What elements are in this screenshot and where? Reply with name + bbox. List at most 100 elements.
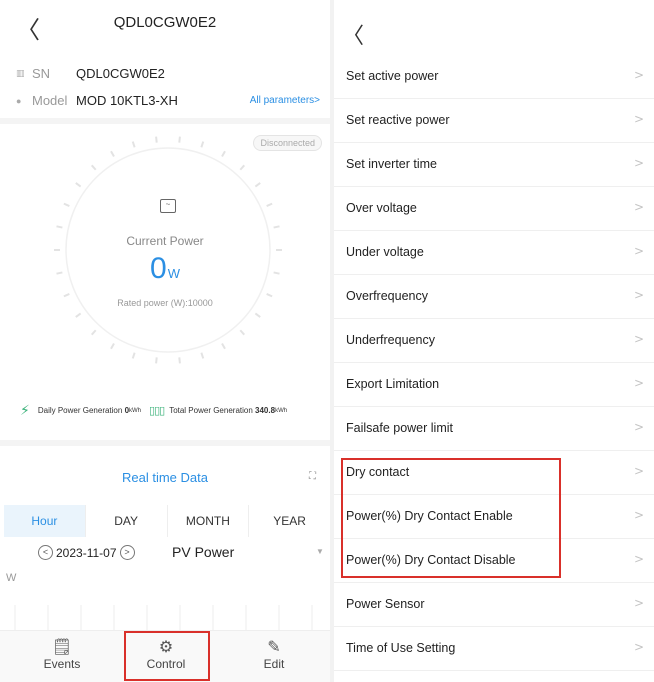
nav-events[interactable]: 🗒 Events (22, 637, 102, 671)
chart-gridlines (14, 605, 313, 631)
dry-contact-highlight-box (341, 458, 561, 578)
chevron-right-icon: > (633, 200, 644, 214)
all-parameters-link[interactable]: All parameters> (250, 95, 320, 106)
gauge-tick (131, 352, 136, 359)
model-label: Model (32, 93, 68, 108)
settings-item-label: Failsafe power limit (346, 421, 453, 435)
gauge-tick (178, 136, 181, 143)
settings-item[interactable]: Under voltage > (334, 231, 654, 275)
expand-icon[interactable]: ⛶ (309, 471, 316, 482)
date-value[interactable]: 2023-11-07 (56, 546, 117, 560)
model-icon: ● (16, 95, 22, 106)
settings-item-label: Under voltage (346, 245, 424, 259)
chevron-right-icon: > (633, 376, 644, 390)
gauge-ring (65, 147, 271, 353)
nav-events-label: Events (43, 657, 81, 671)
page-title: QDL0CGW0E2 (113, 14, 217, 31)
settings-item-label: Export Limitation (346, 377, 440, 391)
period-tabs: Hour DAY MONTH YEAR (4, 505, 330, 537)
model-row: ● Model MOD 10KTL3-XH (16, 93, 178, 108)
gauge-tick (221, 150, 226, 157)
settings-item[interactable]: Power Sensor > (334, 583, 654, 627)
gauge-tick (155, 357, 158, 364)
daily-gen-unit: kWh (129, 407, 142, 414)
chart-unit-label: W (6, 572, 17, 584)
bar-chart-icon: ▯▯▯ (149, 405, 165, 417)
section-divider (0, 118, 330, 124)
settings-item-label: Power Sensor (346, 597, 425, 611)
gauge-tick (200, 352, 205, 359)
gauge-tick (63, 293, 70, 298)
rated-power: Rated power (W):10000 (117, 298, 213, 308)
settings-item[interactable]: Failsafe power limit > (334, 407, 654, 451)
sn-row: ▥ SN QDL0CGW0E2 (16, 66, 165, 81)
chevron-right-icon: > (633, 68, 644, 82)
current-power-number: 0 (150, 252, 167, 285)
gauge-tick (178, 357, 181, 364)
chevron-right-icon: > (633, 596, 644, 610)
barcode-icon: ▥ (16, 68, 25, 78)
total-gen-label: Total Power Generation (169, 406, 253, 415)
gauge-tick (155, 136, 158, 143)
gauge-tick (90, 164, 97, 171)
gauge-tick (200, 141, 205, 148)
settings-item[interactable]: Set active power > (334, 55, 654, 99)
gauge-tick (221, 343, 226, 350)
back-icon[interactable]: 〈 (342, 18, 364, 50)
realtime-data-title: Real time Data (122, 470, 208, 485)
date-navigator: < 2023-11-07 > (38, 545, 135, 560)
chevron-right-icon: > (633, 420, 644, 434)
chevron-right-icon: > (633, 640, 644, 654)
gauge-tick (254, 182, 261, 188)
settings-item[interactable]: Time of Use Setting > (334, 627, 654, 671)
edit-icon: ✎ (267, 639, 281, 656)
chevron-right-icon: > (633, 112, 644, 126)
gauge-tick (110, 150, 115, 157)
current-power-unit: W (167, 266, 180, 281)
settings-item-label: Overfrequency (346, 289, 428, 303)
gauge-tick (75, 182, 82, 188)
settings-item[interactable]: Set reactive power > (334, 99, 654, 143)
gauge-tick (63, 202, 70, 207)
prev-date-button[interactable]: < (38, 545, 53, 560)
settings-item-label: Time of Use Setting (346, 641, 456, 655)
settings-item[interactable]: Overfrequency > (334, 275, 654, 319)
gauge-tick (90, 329, 97, 336)
settings-item[interactable]: Export Limitation > (334, 363, 654, 407)
device-detail-panel: 〈 QDL0CGW0E2 ▥ SN QDL0CGW0E2 ● Model MOD… (0, 0, 330, 682)
settings-item[interactable]: Set inverter time > (334, 143, 654, 187)
settings-item-label: Set reactive power (346, 113, 450, 127)
gauge-tick (254, 312, 261, 318)
model-value: MOD 10KTL3-XH (76, 93, 178, 108)
nav-edit[interactable]: ✎ Edit (234, 637, 314, 671)
control-highlight-box (124, 631, 210, 681)
gauge-tick (56, 225, 63, 229)
current-power-value: 0W (0, 252, 330, 286)
gauge-tick (266, 202, 273, 207)
metric-select[interactable]: PV Power (172, 544, 234, 560)
chevron-right-icon: > (633, 288, 644, 302)
generation-summary: ⚡ Daily Power Generation 0 kWh ▯▯▯ Total … (20, 402, 320, 419)
chevron-down-icon[interactable]: ▼ (316, 547, 324, 556)
gauge-tick (239, 164, 246, 171)
chevron-right-icon: > (633, 508, 644, 522)
settings-item[interactable]: Underfrequency > (334, 319, 654, 363)
tab-day[interactable]: DAY (86, 505, 168, 537)
tab-hour[interactable]: Hour (4, 505, 86, 537)
left-header: 〈 QDL0CGW0E2 (0, 0, 330, 48)
tab-month[interactable]: MONTH (168, 505, 250, 537)
settings-item-label: Set active power (346, 69, 439, 83)
gauge-tick (110, 343, 115, 350)
sn-value: QDL0CGW0E2 (76, 66, 165, 81)
tab-year[interactable]: YEAR (249, 505, 330, 537)
next-date-button[interactable]: > (119, 545, 135, 560)
power-gauge (54, 136, 282, 364)
gauge-tick (131, 141, 136, 148)
gauge-tick (75, 312, 82, 318)
sn-label: SN (32, 66, 51, 81)
settings-item-label: Over voltage (346, 201, 417, 215)
nav-edit-label: Edit (263, 657, 285, 671)
settings-item[interactable]: Over voltage > (334, 187, 654, 231)
gauge-tick (273, 225, 280, 229)
section-divider (0, 440, 330, 446)
